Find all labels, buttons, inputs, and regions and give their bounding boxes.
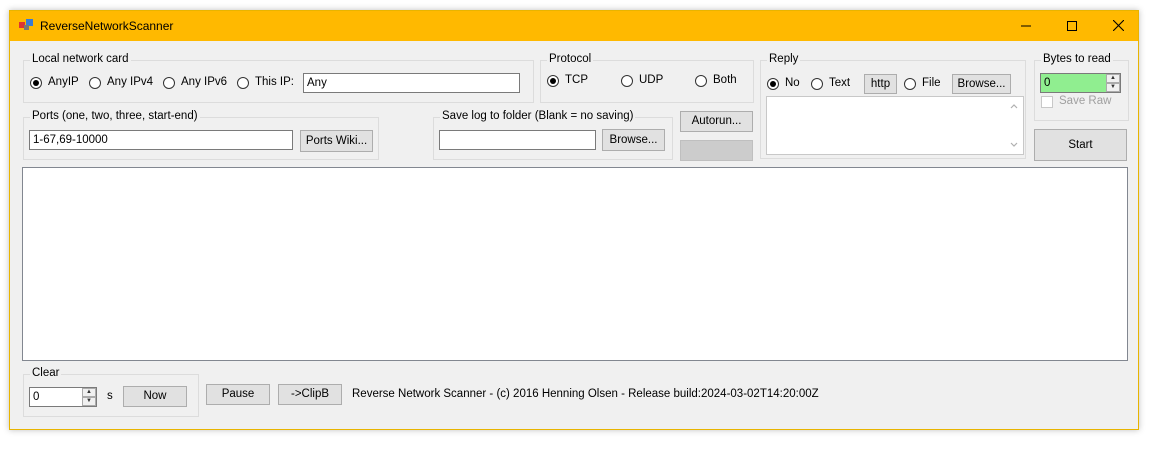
scroll-up-icon[interactable] [1010,103,1018,109]
radio-both[interactable] [695,75,707,87]
scroll-down-icon[interactable] [1010,142,1018,148]
save-log-input[interactable] [439,130,596,150]
radio-anyip-label[interactable]: AnyIP [48,76,79,88]
maximize-button[interactable] [1049,11,1095,41]
radio-reply-file-label[interactable]: File [922,77,941,89]
clear-now-button[interactable]: Now [123,386,187,407]
protocol-group: Protocol TCP UDP Both [540,53,754,103]
app-icon [19,19,33,30]
radio-udp-label[interactable]: UDP [639,74,663,86]
reply-text-area[interactable] [766,96,1024,155]
app-window: ReverseNetworkScanner Local network card… [9,10,1139,430]
clear-unit-label: s [107,390,113,402]
reply-legend: Reply [767,53,801,65]
radio-reply-text-label[interactable]: Text [829,77,850,89]
bytes-spin-up[interactable]: ▲ [1106,74,1120,83]
title-bar[interactable]: ReverseNetworkScanner [10,11,1138,41]
local-network-card-legend: Local network card [30,53,131,65]
status-text: Reverse Network Scanner - (c) 2016 Henni… [352,388,819,400]
radio-reply-no-label[interactable]: No [785,77,800,89]
radio-reply-no[interactable] [767,78,779,90]
ports-legend: Ports (one, two, three, start-end) [30,110,200,122]
start-button[interactable]: Start [1034,129,1127,161]
radio-reply-text[interactable] [811,78,823,90]
maximize-icon [1067,21,1077,31]
blank-button[interactable] [680,140,753,161]
clear-legend: Clear [30,367,62,379]
radio-tcp-label[interactable]: TCP [565,74,588,86]
ports-group: Ports (one, two, three, start-end) 1-67,… [23,110,379,160]
pause-button[interactable]: Pause [206,384,270,405]
radio-any-ipv4[interactable] [89,77,101,89]
clear-spin-up[interactable]: ▲ [82,388,96,397]
http-button[interactable]: http [864,74,897,94]
this-ip-input[interactable]: Any [303,73,520,93]
reply-browse-button[interactable]: Browse... [952,74,1011,94]
save-raw-checkbox[interactable] [1041,96,1053,108]
close-icon [1112,19,1124,32]
reply-group: Reply No Text http File Browse... [760,53,1026,159]
radio-this-ip-label[interactable]: This IP: [255,76,294,88]
save-log-browse-button[interactable]: Browse... [602,129,665,151]
protocol-legend: Protocol [547,53,594,65]
radio-any-ipv6-label[interactable]: Any IPv6 [181,76,227,88]
save-raw-label[interactable]: Save Raw [1059,95,1111,107]
radio-tcp[interactable] [547,75,559,87]
radio-udp[interactable] [621,75,633,87]
window-title: ReverseNetworkScanner [40,19,174,33]
clipboard-button[interactable]: ->ClipB [278,384,342,405]
bytes-to-read-legend: Bytes to read [1041,53,1113,65]
save-log-legend: Save log to folder (Blank = no saving) [440,110,636,122]
radio-reply-file[interactable] [904,78,916,90]
close-button[interactable] [1095,11,1141,41]
clear-group: Clear 0 ▲ ▼ s Now [23,367,199,417]
minimize-button[interactable] [1003,11,1049,41]
bytes-to-read-group: Bytes to read 0 ▲ ▼ Save Raw [1034,53,1129,121]
local-network-card-group: Local network card AnyIP Any IPv4 Any IP… [23,53,534,103]
radio-anyip[interactable] [30,77,42,89]
ports-wiki-button[interactable]: Ports Wiki... [300,130,373,152]
clear-spin-down[interactable]: ▼ [82,397,96,406]
radio-both-label[interactable]: Both [713,74,737,86]
radio-any-ipv4-label[interactable]: Any IPv4 [107,76,153,88]
radio-any-ipv6[interactable] [163,77,175,89]
log-output-area[interactable] [22,167,1128,361]
radio-this-ip[interactable] [237,77,249,89]
minimize-icon [1021,25,1031,27]
bytes-spin-down[interactable]: ▼ [1106,83,1120,92]
autorun-button[interactable]: Autorun... [680,111,753,132]
ports-input[interactable]: 1-67,69-10000 [29,130,293,150]
save-log-group: Save log to folder (Blank = no saving) B… [433,110,673,160]
